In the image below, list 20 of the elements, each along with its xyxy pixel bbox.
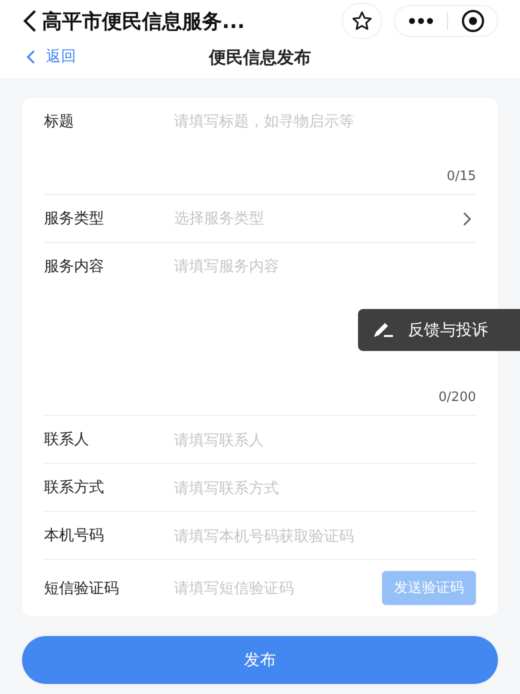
app-title: 高平市便民信息服务... xyxy=(42,8,246,34)
back-link[interactable]: 返回 xyxy=(26,47,76,66)
back-icon[interactable] xyxy=(22,9,38,33)
favorite-button[interactable] xyxy=(342,3,382,39)
field-label: 标题 xyxy=(44,112,75,132)
field-label: 联系方式 xyxy=(44,478,105,497)
star-icon[interactable] xyxy=(351,10,373,32)
field-label: 服务类型 xyxy=(44,209,105,228)
chevron-icon xyxy=(462,210,472,226)
char-counter: 0/15 xyxy=(446,169,476,184)
feedback-button[interactable]: 反馈与投诉 xyxy=(358,309,520,351)
more-icon[interactable] xyxy=(408,17,434,25)
char-counter: 0/200 xyxy=(438,390,476,405)
page-title: 便民信息发布 xyxy=(209,46,311,68)
publish-button[interactable]: 发布 xyxy=(22,636,498,684)
field-label: 联系人 xyxy=(44,430,90,449)
field-label: 短信验证码 xyxy=(44,578,120,598)
field-label: 服务内容 xyxy=(44,257,105,277)
field-label: 本机号码 xyxy=(44,526,105,545)
pen-icon xyxy=(372,321,394,339)
